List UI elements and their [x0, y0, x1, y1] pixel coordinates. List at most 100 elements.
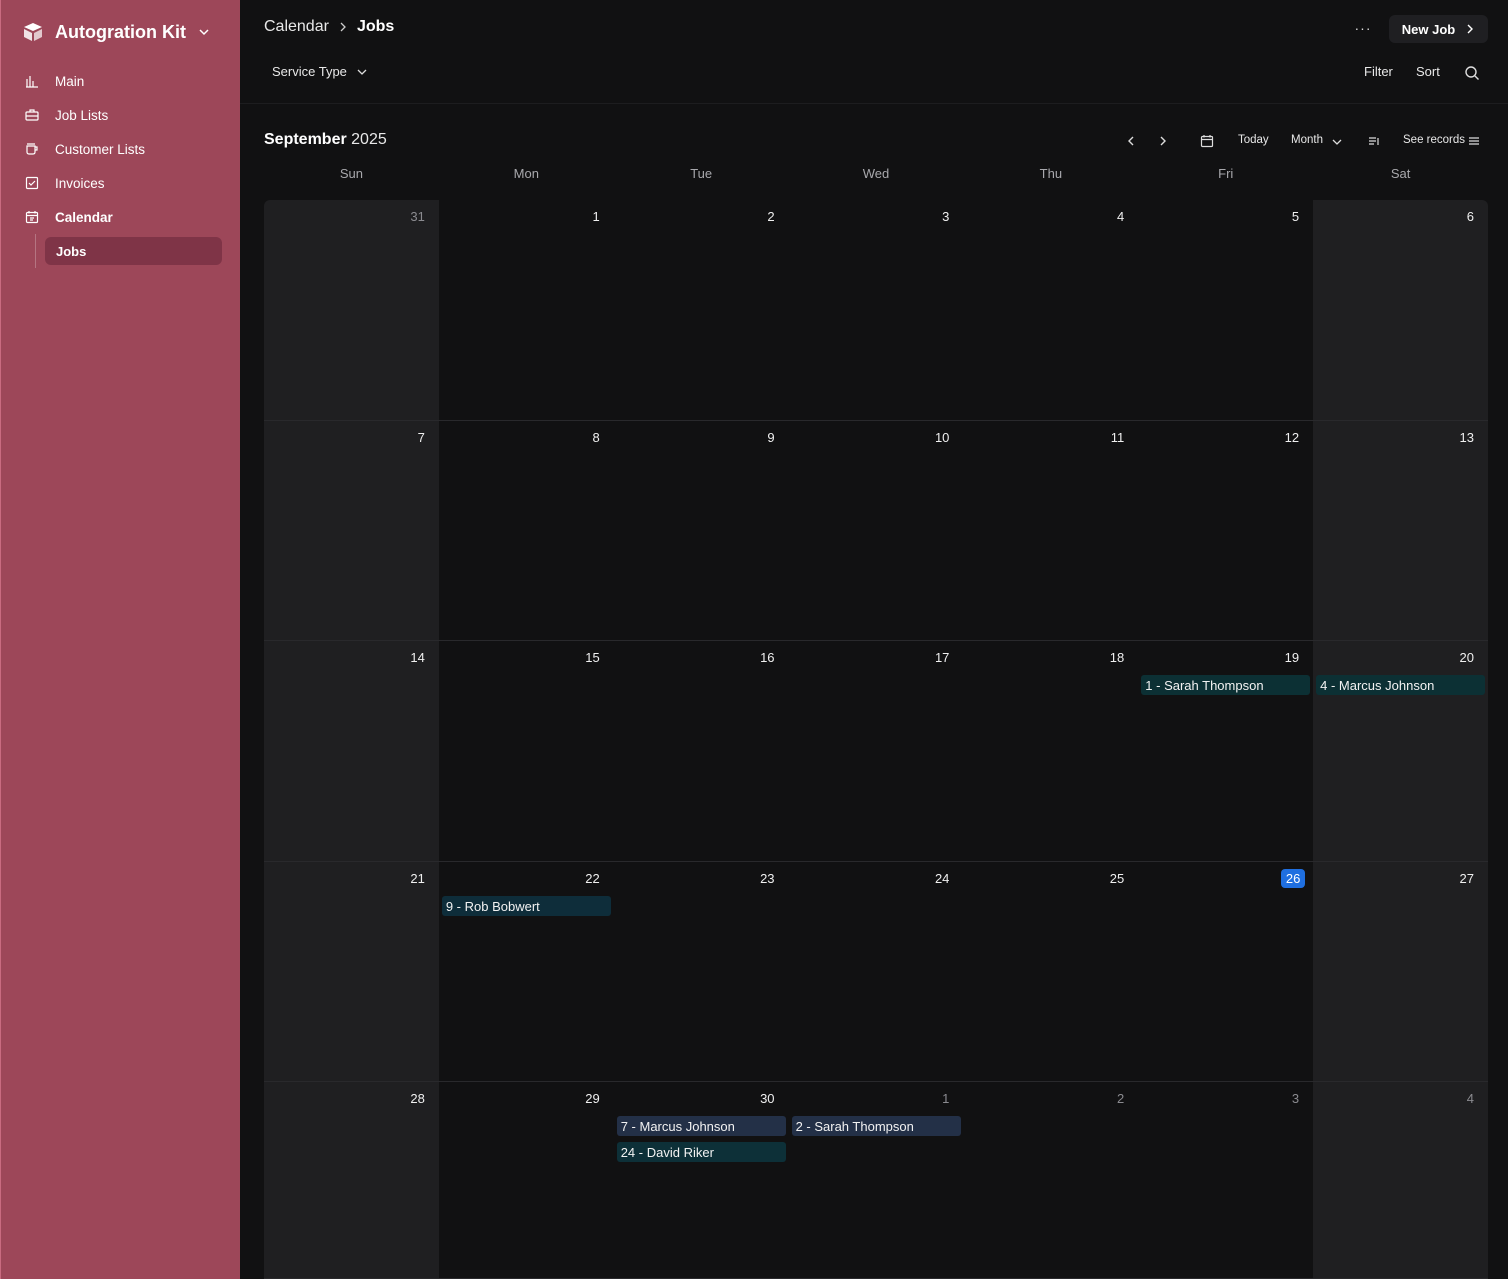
calendar-day-cell[interactable]: 7: [264, 421, 439, 641]
sidebar-item-customer-lists[interactable]: Customer Lists: [1, 132, 241, 166]
day-number: 21: [410, 871, 425, 886]
day-number: 23: [760, 871, 775, 886]
calendar-day-cell[interactable]: 2: [613, 200, 789, 421]
calendar-day-cell[interactable]: 21: [264, 862, 439, 1082]
calendar-day-cell[interactable]: 27: [1313, 862, 1488, 1082]
calendar-day-cell[interactable]: 14: [264, 641, 439, 862]
app-logo-icon: [24, 23, 42, 41]
calendar-day-cell[interactable]: 25: [963, 862, 1139, 1082]
calendar-day-cell[interactable]: 17: [788, 641, 964, 862]
sidebar-item-invoices[interactable]: Invoices: [1, 166, 241, 200]
year: 2025: [351, 131, 387, 148]
search-icon[interactable]: [1464, 65, 1480, 81]
view-selector[interactable]: Month: [1291, 134, 1323, 146]
weekday-label: Tue: [690, 166, 713, 181]
day-number: 1: [942, 1091, 950, 1106]
calendar-day-cell[interactable]: 8: [438, 421, 614, 641]
mug-icon: [26, 143, 38, 155]
calendar-day-cell[interactable]: 15: [438, 641, 614, 862]
service-type-dropdown[interactable]: Service Type: [272, 64, 367, 79]
calendar-icon: [25, 211, 39, 224]
day-number: 8: [592, 430, 600, 445]
calendar-event[interactable]: 7 - Marcus Johnson: [616, 1116, 786, 1136]
today-button[interactable]: Today: [1238, 134, 1269, 146]
sidebar-item-label: Job Lists: [55, 107, 109, 123]
chevron-right-icon: [340, 22, 346, 32]
calendar-day-cell[interactable]: 3: [788, 200, 964, 421]
calendar-day-cell[interactable]: 10: [788, 421, 964, 641]
calendar-day-cell[interactable]: 12: [1138, 421, 1314, 641]
calendar-day-cell[interactable]: 24: [788, 862, 964, 1082]
calendar-day-cell[interactable]: 4: [1313, 1082, 1488, 1279]
sidebar-item-calendar[interactable]: Calendar: [1, 200, 241, 234]
day-number: 10: [934, 430, 950, 445]
calendar-day-cell[interactable]: 30 7 - Marcus Johnson 24 - David Riker: [613, 1082, 789, 1279]
calendar-day-cell[interactable]: 6: [1313, 200, 1488, 421]
calendar-day-cell[interactable]: 1: [438, 200, 614, 421]
calendar-day-cell[interactable]: 9: [613, 421, 789, 641]
bar-chart-icon: [26, 76, 38, 88]
day-number: 16: [760, 650, 775, 665]
sidebar-item-label: Main: [55, 73, 85, 89]
previous-month-icon[interactable]: [1124, 134, 1138, 148]
day-number: 31: [410, 209, 425, 224]
calendar-event[interactable]: 9 - Rob Bobwert: [441, 896, 611, 916]
app-name: Autogration Kit: [55, 21, 186, 42]
calendar-day-cell[interactable]: 23: [613, 862, 789, 1082]
sidebar-item-label: Calendar: [55, 209, 113, 225]
calendar-event[interactable]: 4 - Marcus Johnson: [1316, 675, 1486, 695]
weekday-label: Fri: [1218, 166, 1234, 181]
day-number: 2: [767, 209, 775, 224]
calendar-day-cell[interactable]: 16: [613, 641, 789, 862]
calendar-day-cell[interactable]: 11: [963, 421, 1139, 641]
calendar-day-cell[interactable]: 31: [264, 200, 439, 421]
day-number: 13: [1459, 430, 1474, 445]
calendar-day-cell[interactable]: 2: [963, 1082, 1139, 1279]
list-settings-icon[interactable]: [1367, 134, 1381, 148]
calendar-day-cell[interactable]: 18: [963, 641, 1139, 862]
weekday-label: Sun: [339, 166, 363, 181]
sort-button[interactable]: Sort: [1416, 64, 1440, 79]
day-number: 29: [585, 1091, 600, 1106]
breadcrumb-jobs: Jobs: [356, 18, 395, 35]
day-number: 18: [1109, 650, 1125, 665]
filter-button[interactable]: Filter: [1364, 64, 1393, 79]
date-picker-icon[interactable]: [1200, 134, 1214, 148]
calendar-day-cell[interactable]: 5: [1138, 200, 1314, 421]
sidebar-item-main[interactable]: Main: [1, 64, 241, 98]
day-number: 24: [934, 871, 950, 886]
calendar-day-cell[interactable]: 22 9 - Rob Bobwert: [438, 862, 614, 1082]
calendar-day-cell[interactable]: 28: [264, 1082, 439, 1279]
day-number: 30: [760, 1091, 775, 1106]
day-number: 22: [585, 871, 600, 886]
new-job-button[interactable]: New Job: [1389, 15, 1488, 43]
calendar-day-cell[interactable]: 4: [963, 200, 1139, 421]
calendar-event[interactable]: 1 - Sarah Thompson: [1141, 675, 1311, 695]
sidebar-item-jobs[interactable]: Jobs: [45, 237, 222, 265]
calendar-day-cell[interactable]: 29: [438, 1082, 614, 1279]
see-records-button[interactable]: See records: [1403, 134, 1465, 146]
breadcrumb-calendar[interactable]: Calendar: [264, 18, 329, 36]
next-month-icon[interactable]: [1156, 134, 1170, 148]
calendar-day-cell[interactable]: 1 2 - Sarah Thompson: [788, 1082, 964, 1279]
workspace-switcher[interactable]: Autogration Kit: [21, 20, 210, 44]
day-number: 14: [410, 650, 425, 665]
weekday-label: Wed: [862, 166, 890, 181]
month-title: September 2025: [264, 131, 387, 149]
more-options-button[interactable]: ···: [1353, 18, 1373, 38]
calendar-event[interactable]: 2 - Sarah Thompson: [791, 1116, 961, 1136]
sidebar-item-job-lists[interactable]: Job Lists: [1, 98, 241, 132]
briefcase-icon: [25, 109, 39, 121]
calendar-day-cell[interactable]: 19 1 - Sarah Thompson: [1138, 641, 1314, 862]
new-job-label: New Job: [1401, 21, 1456, 37]
calendar-day-cell[interactable]: 13: [1313, 421, 1488, 641]
sidebar-item-label: Customer Lists: [55, 141, 146, 157]
calendar-day-cell[interactable]: 20 4 - Marcus Johnson: [1313, 641, 1488, 862]
day-number: 7: [417, 430, 425, 445]
calendar-event[interactable]: 24 - David Riker: [616, 1142, 786, 1162]
chevron-down-icon[interactable]: [1332, 137, 1342, 147]
calendar-day-cell[interactable]: 3: [1138, 1082, 1314, 1279]
menu-icon[interactable]: [1467, 134, 1481, 148]
calendar-day-cell[interactable]: 26: [1138, 862, 1314, 1082]
subnav-divider: [35, 234, 36, 268]
